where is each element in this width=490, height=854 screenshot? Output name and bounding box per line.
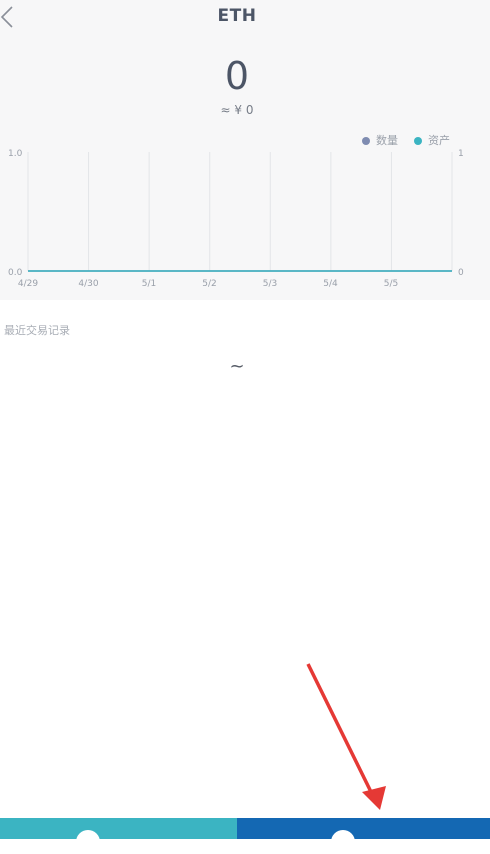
- transfer-button[interactable]: [237, 818, 490, 854]
- receive-icon: [76, 830, 100, 854]
- asset-chart: 1.0 0.0 1 0 4/29 4/30 5/1 5/2 5/3 5/4 5/5: [8, 149, 464, 289]
- y-right-tick-label: 1: [458, 149, 464, 159]
- x-tick-label: 4/29: [18, 279, 38, 289]
- page-title: ETH: [217, 6, 257, 26]
- annotation-arrow: [306, 663, 386, 810]
- balance-fiat-value: ≈ ¥ 0: [220, 103, 254, 117]
- y-left-tick-label: 1.0: [8, 149, 23, 159]
- x-tick-label: 5/3: [263, 279, 277, 289]
- transactions-empty-indicator: ~: [229, 356, 245, 377]
- receive-button[interactable]: [0, 818, 237, 854]
- header-section: ETH 0 ≈ ¥ 0 数量 资产 1.0 0.0 1 0 4/29 4/30 5/1 5/2…: [0, 0, 490, 300]
- y-left-tick-label: 0.0: [8, 268, 23, 278]
- transfer-icon: [331, 830, 355, 854]
- x-tick-label: 5/2: [202, 279, 216, 289]
- x-tick-label: 4/30: [78, 279, 98, 289]
- recent-transactions-title: 最近交易记录: [4, 324, 70, 337]
- x-tick-label: 5/5: [384, 279, 398, 289]
- x-tick-label: 5/1: [142, 279, 156, 289]
- x-tick-label: 5/4: [323, 279, 338, 289]
- y-right-tick-label: 0: [458, 268, 464, 278]
- balance-amount: 0: [224, 54, 250, 98]
